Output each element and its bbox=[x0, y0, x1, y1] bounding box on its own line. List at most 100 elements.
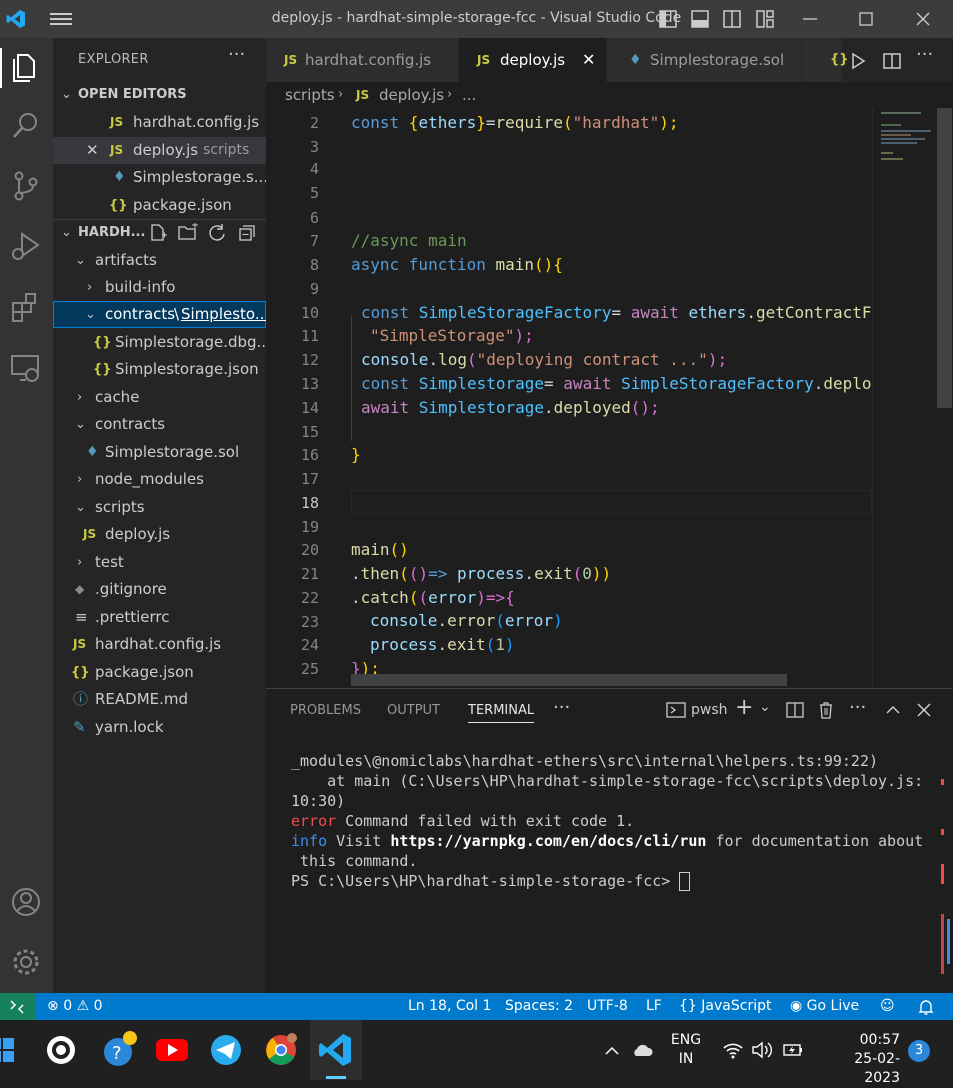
run-code-icon[interactable] bbox=[848, 51, 868, 71]
tab-json[interactable]: {} bbox=[802, 38, 849, 82]
tree-folder-artifacts[interactable]: ⌄ artifacts bbox=[53, 247, 266, 274]
input-language[interactable]: ENG IN bbox=[670, 1031, 702, 1069]
breadcrumb-folder[interactable]: scripts bbox=[285, 82, 335, 108]
tab-simplestorage-sol[interactable]: ♦ Simplestorage.sol bbox=[607, 38, 802, 82]
refresh-icon[interactable] bbox=[207, 223, 227, 243]
accounts-icon[interactable] bbox=[8, 884, 44, 920]
explorer-icon[interactable] bbox=[8, 49, 44, 85]
tree-file[interactable]: ≡ .prettierrc bbox=[53, 604, 266, 631]
chevron-down-icon[interactable]: ⌄ bbox=[759, 699, 771, 715]
remote-indicator[interactable] bbox=[0, 993, 36, 1020]
maximize-panel-chevron-up-icon[interactable] bbox=[883, 700, 903, 720]
tab-deploy-js[interactable]: JS deploy.js ✕ bbox=[459, 38, 607, 82]
toggle-panel-icon[interactable] bbox=[690, 9, 710, 29]
collapse-all-icon[interactable] bbox=[237, 223, 257, 243]
windows-start-icon[interactable] bbox=[0, 1030, 22, 1070]
tree-folder-contracts-selected[interactable]: ⌄ contracts \ Simplesto... bbox=[53, 301, 266, 328]
tree-file[interactable]: {} Simplestorage.json bbox=[53, 356, 266, 383]
tree-folder-test[interactable]: › test bbox=[53, 549, 266, 576]
indentation[interactable]: Spaces: 2 bbox=[505, 993, 573, 1020]
chrome-icon[interactable] bbox=[261, 1030, 301, 1070]
split-terminal-icon[interactable] bbox=[785, 700, 805, 720]
open-editor-item-active[interactable]: ✕ JS deploy.js scripts bbox=[53, 137, 266, 164]
open-editor-item[interactable]: ♦ Simplestorage.s... bbox=[53, 164, 266, 191]
feedback-icon[interactable]: ☺ bbox=[880, 993, 895, 1020]
maximize-icon[interactable] bbox=[856, 9, 876, 29]
search-icon[interactable] bbox=[8, 108, 44, 144]
minimize-icon[interactable] bbox=[800, 9, 820, 29]
tree-file[interactable]: ◆ .gitignore bbox=[53, 576, 266, 603]
tree-folder-cache[interactable]: › cache bbox=[53, 384, 266, 411]
cloud-weather-icon[interactable] bbox=[630, 1040, 654, 1060]
close-window-icon[interactable] bbox=[913, 9, 933, 29]
youtube-icon[interactable] bbox=[152, 1030, 192, 1070]
breadcrumb-file[interactable]: deploy.js bbox=[379, 82, 444, 108]
tree-file[interactable]: ♦ Simplestorage.sol bbox=[53, 439, 266, 466]
github-desktop-icon[interactable] bbox=[41, 1030, 81, 1070]
tree-file[interactable]: {} package.json bbox=[53, 659, 266, 686]
close-editor-icon[interactable]: ✕ bbox=[86, 137, 99, 164]
vertical-scrollbar[interactable] bbox=[936, 108, 953, 688]
explorer-more-actions[interactable]: ··· bbox=[228, 44, 245, 65]
end-of-line[interactable]: LF bbox=[646, 993, 662, 1020]
toggle-sidebar-icon[interactable] bbox=[658, 9, 678, 29]
new-folder-icon[interactable] bbox=[177, 223, 199, 243]
settings-gear-icon[interactable] bbox=[8, 944, 44, 980]
code-editor[interactable]: 2 3 4 5 6 7 8 9 10 11 12 13 14 15 16 17 … bbox=[266, 108, 872, 688]
notifications-bell-icon[interactable] bbox=[917, 998, 935, 1016]
tree-file[interactable]: ⓘ README.md bbox=[53, 686, 266, 713]
wifi-icon[interactable] bbox=[722, 1040, 744, 1060]
breadcrumb-symbol[interactable]: ... bbox=[462, 82, 476, 108]
tree-folder-node-modules[interactable]: › node_modules bbox=[53, 466, 266, 493]
open-editor-item[interactable]: JS hardhat.config.js bbox=[53, 109, 266, 136]
source-control-icon[interactable] bbox=[8, 168, 44, 204]
notification-count-badge[interactable]: 3 bbox=[908, 1040, 930, 1062]
code-line: .then(()=> process.exit(0)) bbox=[351, 564, 612, 583]
remote-explorer-icon[interactable] bbox=[8, 350, 44, 386]
terminal-shell-label[interactable]: pwsh bbox=[691, 702, 728, 718]
horizontal-scrollbar[interactable] bbox=[351, 674, 787, 686]
go-live-button[interactable]: ◉ Go Live bbox=[790, 993, 859, 1020]
customize-layout-icon[interactable] bbox=[755, 9, 775, 29]
chevron-up-icon[interactable] bbox=[603, 1042, 621, 1060]
open-editors-section[interactable]: ⌄ OPEN EDITORS bbox=[53, 81, 266, 108]
tab-hardhat-config[interactable]: JS hardhat.config.js bbox=[266, 38, 459, 82]
tab-output[interactable]: OUTPUT bbox=[387, 703, 440, 718]
tree-folder-scripts[interactable]: ⌄ scripts bbox=[53, 494, 266, 521]
volume-icon[interactable] bbox=[751, 1040, 773, 1060]
close-panel-icon[interactable] bbox=[914, 700, 934, 720]
help-app-icon[interactable]: ? bbox=[100, 1030, 140, 1070]
tree-compact-path[interactable]: Simplesto... bbox=[181, 301, 266, 328]
new-terminal-icon[interactable]: + bbox=[735, 695, 753, 720]
minimap[interactable] bbox=[872, 108, 937, 688]
toggle-secondary-sidebar-icon[interactable] bbox=[722, 9, 742, 29]
extensions-icon[interactable] bbox=[8, 290, 44, 326]
open-editor-item[interactable]: {} package.json bbox=[53, 192, 266, 219]
panel-more-actions[interactable]: ··· bbox=[849, 697, 866, 718]
telegram-icon[interactable] bbox=[206, 1030, 246, 1070]
tab-terminal[interactable]: TERMINAL bbox=[468, 703, 535, 723]
battery-charging-icon[interactable] bbox=[781, 1040, 805, 1060]
tree-folder-contracts[interactable]: ⌄ contracts bbox=[53, 411, 266, 438]
problems-status[interactable]: ⊗ 0 ⚠ 0 bbox=[47, 993, 103, 1020]
encoding[interactable]: UTF-8 bbox=[587, 993, 628, 1020]
terminal-output[interactable]: _modules\@nomiclabs\hardhat-ethers\src\i… bbox=[291, 751, 931, 891]
editor-more-actions[interactable]: ··· bbox=[916, 44, 933, 65]
vscode-taskbar-icon[interactable] bbox=[316, 1030, 356, 1070]
tree-file[interactable]: ✎ yarn.lock bbox=[53, 714, 266, 741]
tree-file[interactable]: JS hardhat.config.js bbox=[53, 631, 266, 658]
workspace-section[interactable]: ⌄ HARDH... bbox=[53, 219, 266, 246]
close-tab-icon[interactable]: ✕ bbox=[582, 38, 595, 82]
tree-file[interactable]: JS deploy.js bbox=[53, 521, 266, 548]
panel-more-tabs[interactable]: ··· bbox=[553, 697, 570, 718]
tab-problems[interactable]: PROBLEMS bbox=[290, 703, 361, 718]
new-file-icon[interactable] bbox=[148, 223, 168, 243]
clock[interactable]: 00:57 25-02-2023 bbox=[820, 1031, 900, 1088]
tree-folder-build-info[interactable]: › build-info bbox=[53, 274, 266, 301]
language-mode[interactable]: {} JavaScript bbox=[679, 993, 771, 1020]
split-editor-icon[interactable] bbox=[882, 51, 902, 71]
tree-file[interactable]: {} Simplestorage.dbg... bbox=[53, 329, 266, 356]
kill-terminal-trash-icon[interactable] bbox=[816, 700, 836, 720]
run-debug-icon[interactable] bbox=[8, 228, 44, 264]
cursor-position[interactable]: Ln 18, Col 1 bbox=[408, 993, 491, 1020]
